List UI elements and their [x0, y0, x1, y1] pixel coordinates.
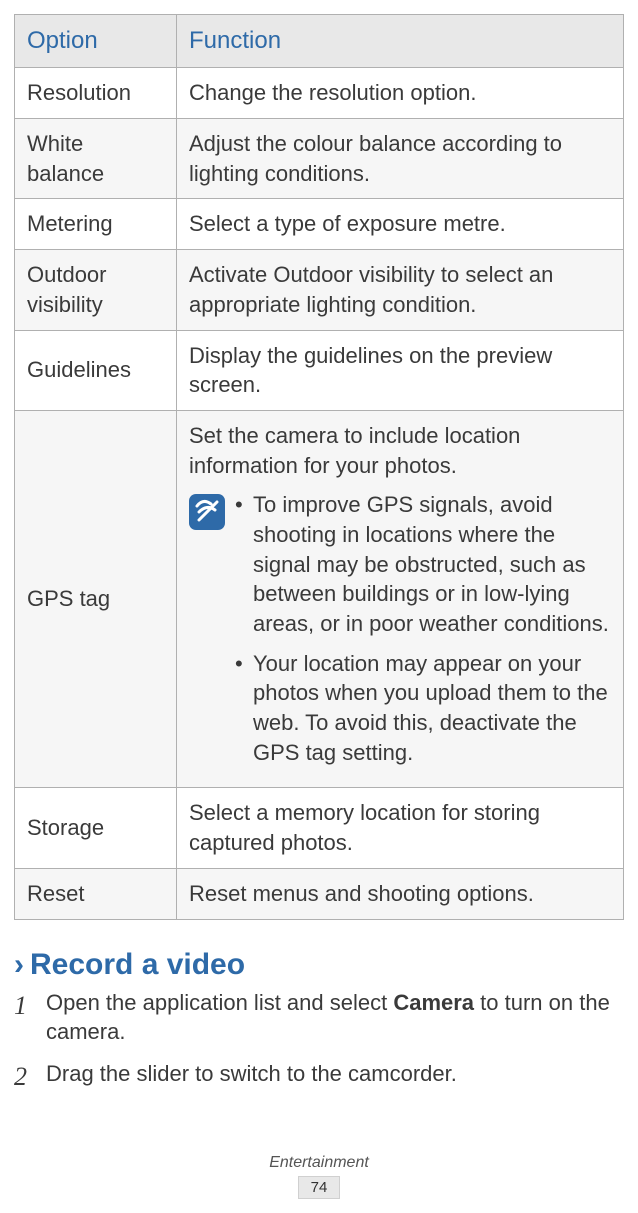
option-desc: Change the resolution option.: [177, 68, 624, 119]
section-title-text: Record a video: [30, 948, 245, 981]
table-row: Reset Reset menus and shooting options.: [15, 868, 624, 919]
table-row: Guidelines Display the guidelines on the…: [15, 330, 624, 410]
option-name: White balance: [15, 119, 177, 199]
option-desc: Select a memory location for storing cap…: [177, 788, 624, 868]
option-name: Reset: [15, 868, 177, 919]
step-item: 2 Drag the slider to switch to the camco…: [14, 1059, 624, 1094]
option-desc: Reset menus and shooting options.: [177, 868, 624, 919]
section-heading: ›Record a video: [14, 948, 624, 982]
option-desc: Display the guidelines on the preview sc…: [177, 330, 624, 410]
step-body: Open the application list and select Cam…: [46, 988, 624, 1047]
page-footer: Entertainment 74: [14, 1154, 624, 1213]
option-name: Guidelines: [15, 330, 177, 410]
options-table: Option Function Resolution Change the re…: [14, 14, 624, 920]
option-desc: Adjust the colour balance according to l…: [177, 119, 624, 199]
option-name: GPS tag: [15, 410, 177, 788]
table-row: Metering Select a type of exposure metre…: [15, 199, 624, 250]
option-name: Outdoor visibility: [15, 250, 177, 330]
table-row-gps: GPS tag Set the camera to include locati…: [15, 410, 624, 788]
step-text-bold: Camera: [393, 990, 474, 1015]
page-number: 74: [298, 1176, 341, 1199]
note-block: To improve GPS signals, avoid shooting i…: [189, 490, 611, 777]
chevron-icon: ›: [14, 948, 24, 982]
option-name: Resolution: [15, 68, 177, 119]
table-row: Storage Select a memory location for sto…: [15, 788, 624, 868]
header-function: Function: [177, 15, 624, 68]
note-bullet: Your location may appear on your photos …: [235, 649, 611, 768]
option-desc: Select a type of exposure metre.: [177, 199, 624, 250]
gps-intro-text: Set the camera to include location infor…: [189, 421, 611, 480]
option-desc: Activate Outdoor visibility to select an…: [177, 250, 624, 330]
note-icon: [189, 494, 225, 538]
table-row: White balance Adjust the colour balance …: [15, 119, 624, 199]
footer-category: Entertainment: [14, 1154, 624, 1172]
note-list: To improve GPS signals, avoid shooting i…: [235, 490, 611, 777]
step-body: Drag the slider to switch to the camcord…: [46, 1059, 624, 1094]
option-name: Storage: [15, 788, 177, 868]
page-content: Option Function Resolution Change the re…: [0, 0, 638, 1213]
table-row: Outdoor visibility Activate Outdoor visi…: [15, 250, 624, 330]
gps-desc-cell: Set the camera to include location infor…: [177, 410, 624, 788]
note-bullet: To improve GPS signals, avoid shooting i…: [235, 490, 611, 638]
step-number: 2: [14, 1059, 34, 1094]
table-header-row: Option Function: [15, 15, 624, 68]
step-number: 1: [14, 988, 34, 1047]
table-row: Resolution Change the resolution option.: [15, 68, 624, 119]
step-text-pre: Open the application list and select: [46, 990, 393, 1015]
option-name: Metering: [15, 199, 177, 250]
step-item: 1 Open the application list and select C…: [14, 988, 624, 1047]
header-option: Option: [15, 15, 177, 68]
